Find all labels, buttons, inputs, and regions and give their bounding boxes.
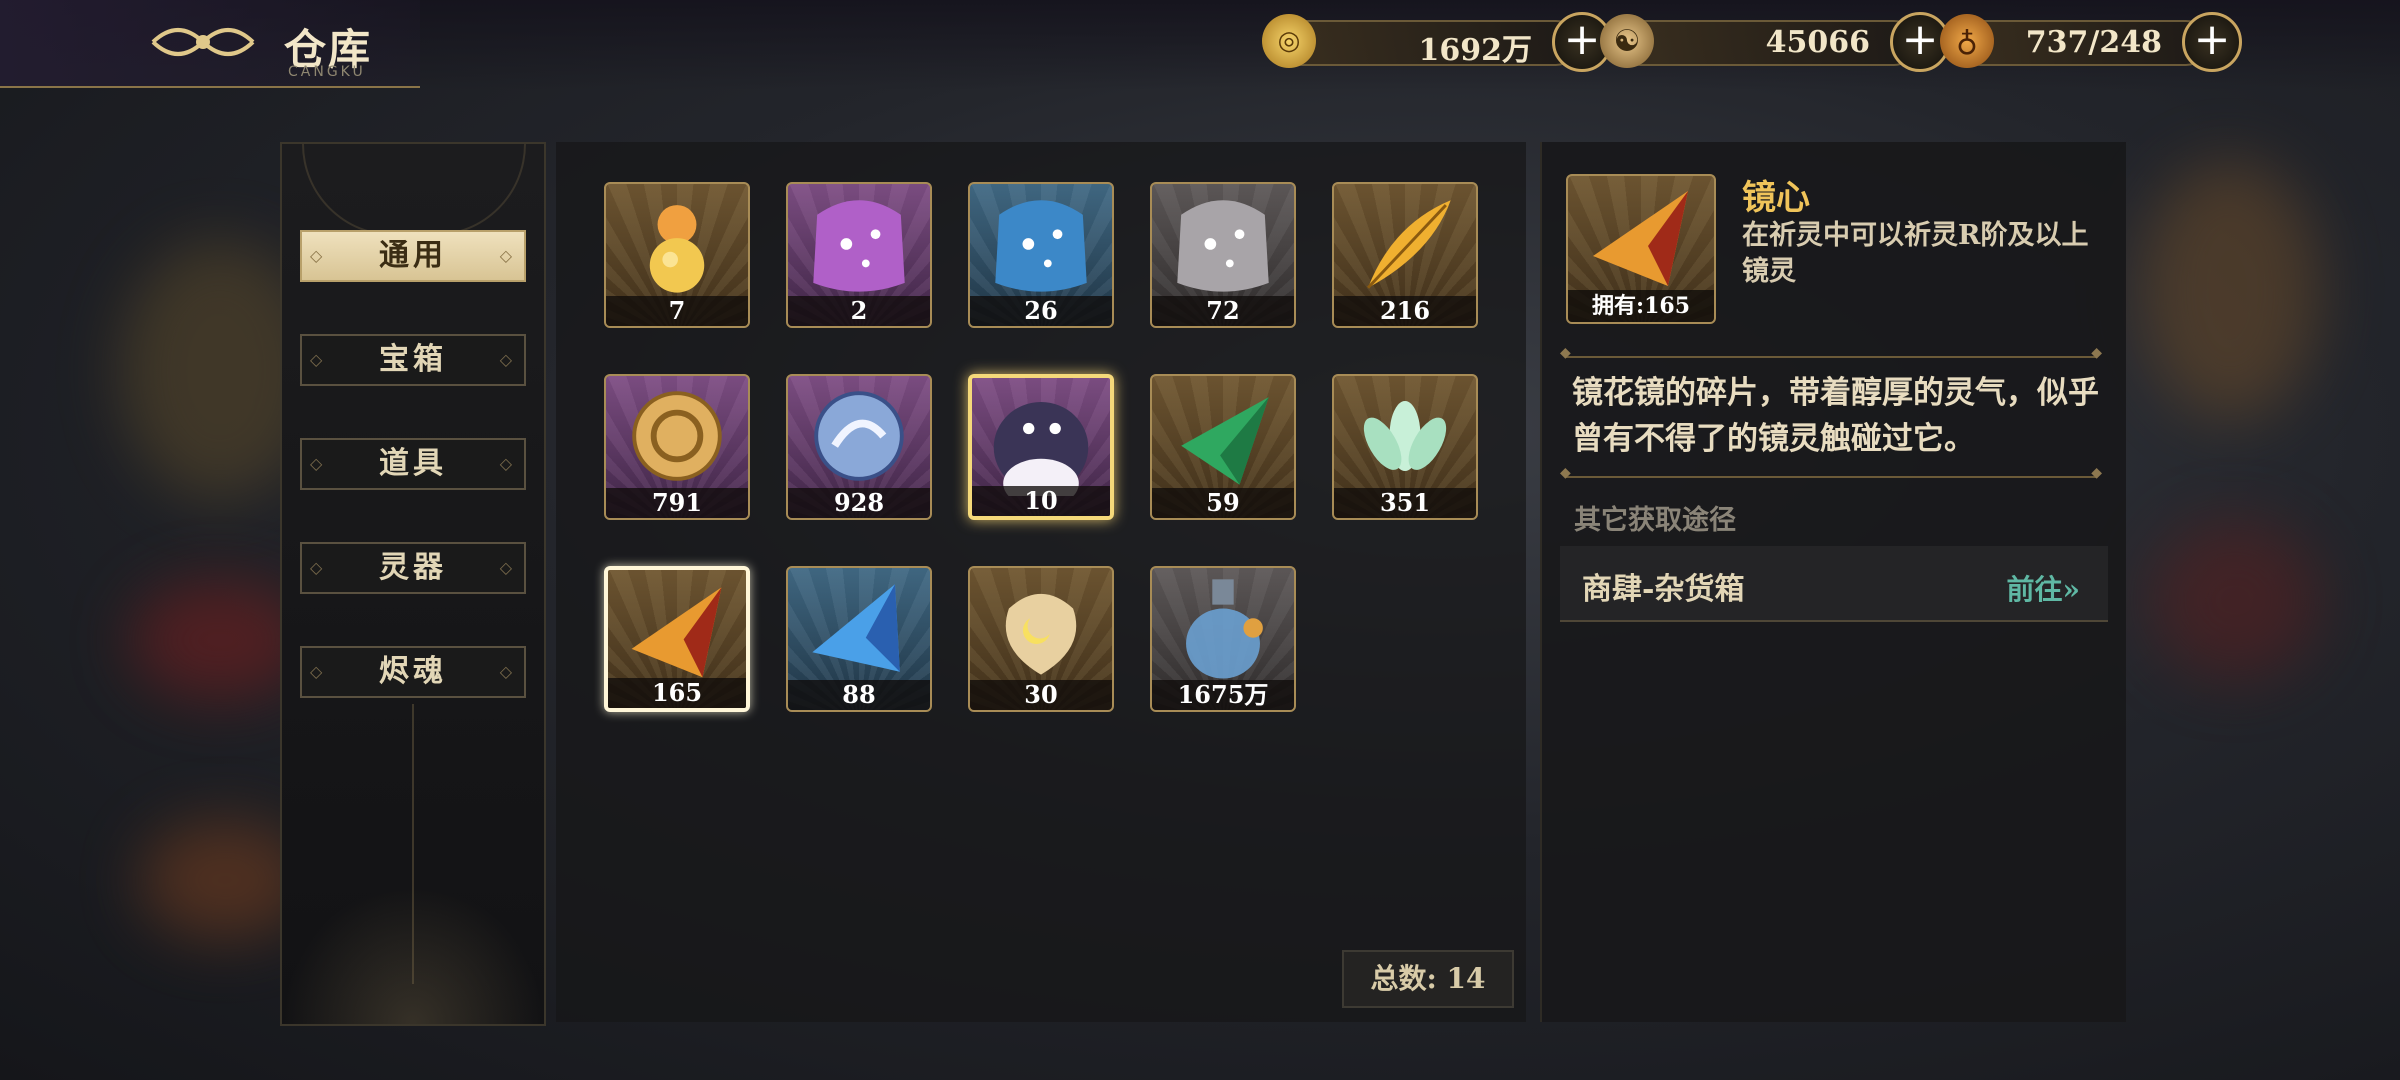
- mirror-heart-shard-icon: [631, 587, 722, 678]
- item-count: 7: [606, 296, 748, 326]
- item-name: 镜心: [1742, 178, 1810, 218]
- green-crystal-shard-icon: [1181, 397, 1269, 485]
- background-scenery: [2140, 160, 2320, 420]
- item-count: 88: [788, 680, 930, 710]
- panel-ornament: [302, 144, 526, 236]
- inventory-item-silver-pouch[interactable]: 72: [1150, 182, 1296, 328]
- golden-feather-icon: [1366, 200, 1451, 289]
- golden-triskelion-token-icon: [632, 391, 722, 481]
- tab-props[interactable]: 道具: [300, 438, 526, 490]
- item-flavor-text: 镜花镜的碎片，带着醇厚的灵气，似乎曾有不得了的镜灵触碰过它。: [1572, 375, 2099, 457]
- inventory-item-beast-token[interactable]: 928: [786, 374, 932, 520]
- owned-count: 拥有:165: [1568, 290, 1714, 322]
- total-count: 总数: 14: [1342, 950, 1514, 1008]
- tab-general[interactable]: 通用: [300, 230, 526, 282]
- blue-crystal-shard-icon: [812, 584, 900, 672]
- item-count: 1675万: [1152, 680, 1294, 710]
- stamina-amount: 737/248: [2025, 25, 2162, 60]
- warehouse-logo-icon: [151, 28, 255, 56]
- detail-item-icon: 拥有:165: [1566, 174, 1716, 324]
- dragon-jade-icon: ☯: [1600, 14, 1654, 68]
- go-to-source-button[interactable]: 前往»: [2006, 568, 2080, 608]
- moon-amber-stone-icon: [1005, 593, 1077, 675]
- item-count: 216: [1334, 296, 1476, 326]
- jade-lotus-icon: [1363, 400, 1447, 471]
- inventory-item-golden-feather[interactable]: 216: [1332, 182, 1478, 328]
- purple-treasure-pouch-icon: [813, 200, 905, 292]
- spirit-potion-bottle-icon: [1186, 579, 1263, 679]
- gold-amount: 1692万: [1418, 33, 1533, 68]
- item-count: 59: [1152, 488, 1294, 518]
- inventory-item-golden-gourd[interactable]: 7: [604, 182, 750, 328]
- mirror-heart-shard-icon: [1593, 191, 1688, 286]
- item-count: 72: [1152, 296, 1294, 326]
- golden-gourd-icon: [649, 205, 705, 293]
- inventory-grid: 7 2 26 72 216 791 928 10 59 351 165 88 3…: [556, 142, 1526, 1022]
- currency-stamina: ♁ 737/248 +: [1940, 12, 2242, 72]
- dark-spirit-blob-icon: [993, 402, 1089, 496]
- inventory-item-mirror-heart[interactable]: 165: [604, 566, 750, 712]
- gold-coin-icon: ◎: [1262, 14, 1316, 68]
- currency-gold: ◎ 1692万 +: [1262, 12, 1612, 72]
- jade-amount: 45066: [1765, 25, 1870, 60]
- item-count: 26: [970, 296, 1112, 326]
- add-stamina-button[interactable]: +: [2182, 12, 2242, 72]
- page-subtitle: CANGKU: [288, 64, 366, 80]
- other-sources-heading: 其它获取途径: [1574, 505, 1736, 536]
- currency-jade: ☯ 45066 +: [1600, 12, 1950, 72]
- item-count: 2: [788, 296, 930, 326]
- item-description: 在祈灵中可以祈灵R阶及以上镜灵: [1742, 220, 2089, 287]
- inventory-item-blue-shard[interactable]: 88: [786, 566, 932, 712]
- inventory-item-green-shard[interactable]: 59: [1150, 374, 1296, 520]
- source-name: 商肆-杂货箱: [1582, 572, 1745, 607]
- top-bar: 仓库 CANGKU ◎ 1692万 + ☯ 45066 + ♁ 737/248 …: [0, 0, 2400, 90]
- item-count: 351: [1334, 488, 1476, 518]
- blue-beast-token-icon: [814, 391, 904, 481]
- tab-spirit-artifacts[interactable]: 灵器: [300, 542, 526, 594]
- divider: [1560, 465, 2102, 481]
- gourd-stamina-icon: ♁: [1940, 14, 1994, 68]
- inventory-item-triskelion-token[interactable]: 791: [604, 374, 750, 520]
- item-count: 791: [606, 488, 748, 518]
- item-count: 928: [788, 488, 930, 518]
- tab-ember-souls[interactable]: 烬魂: [300, 646, 526, 698]
- tab-chests[interactable]: 宝箱: [300, 334, 526, 386]
- background-scenery: [2150, 520, 2320, 680]
- item-count: 10: [972, 486, 1110, 516]
- source-row-shop[interactable]: 商肆-杂货箱 前往»: [1560, 546, 2108, 622]
- divider: [1560, 345, 2102, 361]
- inventory-item-jade-lotus[interactable]: 351: [1332, 374, 1478, 520]
- item-detail-panel: 拥有:165 镜心 在祈灵中可以祈灵R阶及以上镜灵 镜花镜的碎片，带着醇厚的灵气…: [1540, 142, 2126, 1022]
- blue-treasure-pouch-icon: [995, 200, 1087, 292]
- inventory-item-purple-pouch[interactable]: 2: [786, 182, 932, 328]
- inventory-item-spirit-blob[interactable]: 10: [968, 374, 1114, 520]
- silver-treasure-pouch-icon: [1177, 200, 1269, 292]
- category-panel: 通用 宝箱 道具 灵器 烬魂: [280, 142, 546, 1026]
- inventory-item-spirit-potion[interactable]: 1675万: [1150, 566, 1296, 712]
- item-count: 30: [970, 680, 1112, 710]
- item-count: 165: [608, 678, 746, 708]
- inventory-item-moon-amber[interactable]: 30: [968, 566, 1114, 712]
- inventory-item-blue-pouch[interactable]: 26: [968, 182, 1114, 328]
- lotus-ornament: [282, 884, 544, 1024]
